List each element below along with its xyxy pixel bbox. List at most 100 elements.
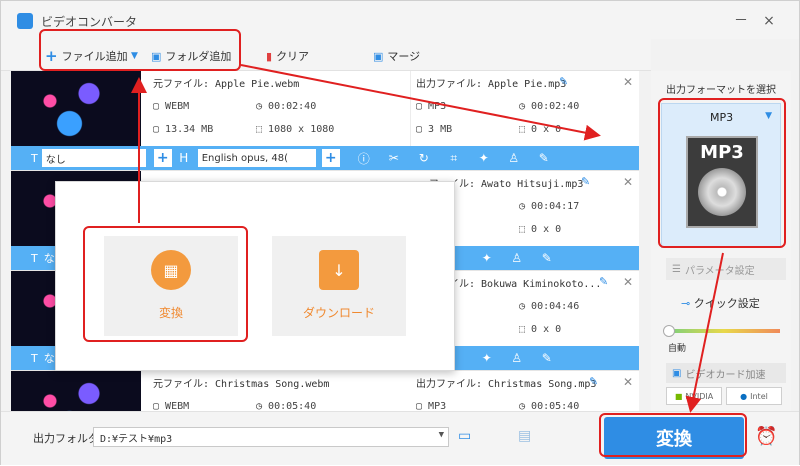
- close-button[interactable]: ×: [761, 13, 777, 29]
- add-audio-button[interactable]: +: [321, 149, 340, 167]
- hd-icon[interactable]: H: [176, 150, 192, 166]
- clear-button[interactable]: ▮ クリア: [266, 47, 309, 65]
- subtitle-icon: T: [31, 351, 38, 365]
- out-format: ▢ MP3: [416, 101, 447, 112]
- folder-icon[interactable]: ▭: [458, 428, 471, 444]
- remove-item-icon[interactable]: ✕: [623, 275, 633, 289]
- src-size: ▢ 13.34 MB: [153, 124, 214, 135]
- window-title: ビデオコンバータ: [41, 15, 138, 29]
- alarm-clock-icon[interactable]: ⏰: [755, 426, 777, 447]
- src-format-value: WEBM: [165, 401, 190, 411]
- src-size-value: 13.34 MB: [165, 124, 214, 135]
- watermark-icon[interactable]: ♙: [509, 350, 525, 366]
- out-resolution-value: 0 x 0: [531, 124, 562, 135]
- remove-item-icon[interactable]: ✕: [623, 75, 633, 89]
- audio-track-value: English opus, 48(: [201, 152, 289, 164]
- gpu-chips: ■ NVIDIA ● Intel: [666, 387, 782, 405]
- rotate-icon[interactable]: ↻: [416, 150, 432, 166]
- app-window: ビデオコンバータ － × + ファイル追加 ▼ ▣ フォルダ追加 ▮ クリア ▣…: [0, 0, 800, 465]
- out-format-value: MP3: [428, 101, 447, 112]
- format-panel-title: 出力フォーマットを選択: [666, 85, 776, 96]
- out-resolution: ⬚ 0 x 0: [519, 224, 562, 235]
- subtitle-edit-icon[interactable]: ✎: [539, 250, 555, 266]
- edit-pencil-icon[interactable]: ✎: [559, 75, 568, 88]
- edit-pencil-icon[interactable]: ✎: [599, 275, 608, 288]
- auto-label: 自動: [668, 344, 687, 354]
- src-duration: ◷ 00:02:40: [256, 101, 317, 112]
- checkbox-icon: ▣: [672, 367, 682, 379]
- out-duration-value: 00:04:17: [531, 201, 580, 212]
- out-duration-value: 00:05:40: [531, 401, 580, 411]
- intel-chip[interactable]: ● Intel: [726, 387, 782, 405]
- item-toolbar: T なし + H English opus, 48( + ⓘ ✂ ↻ ⌗ ✦ ♙…: [11, 146, 639, 170]
- parameter-settings-button[interactable]: ☰ パラメータ設定: [666, 258, 786, 280]
- quality-slider[interactable]: [668, 329, 780, 333]
- out-resolution-value: 0 x 0: [531, 324, 562, 335]
- watermark-icon[interactable]: ♙: [509, 250, 525, 266]
- hw-accel-toggle[interactable]: ▣ ビデオカード加速: [666, 363, 786, 383]
- trash-icon: ▮: [266, 49, 273, 63]
- output-file-name: 出力ファイル: Apple Pie.mp3: [416, 79, 567, 90]
- merge-icon: ▣: [373, 49, 384, 63]
- out-duration-value: 00:02:40: [531, 101, 580, 112]
- nvidia-logo-icon: ■: [674, 391, 683, 401]
- edit-pencil-icon[interactable]: ✎: [589, 375, 598, 388]
- subtitle-value: な: [43, 252, 55, 265]
- nvidia-label: NVIDIA: [685, 391, 714, 401]
- app-logo-icon: [17, 13, 33, 29]
- hw-accel-label: ビデオカード加速: [685, 369, 766, 381]
- source-file-name: 元ファイル: Christmas Song.webm: [153, 379, 330, 390]
- nvidia-chip[interactable]: ■ NVIDIA: [666, 387, 722, 405]
- subtitle-icon: T: [31, 151, 38, 165]
- minimize-button[interactable]: －: [733, 13, 749, 29]
- merge-label: マージ: [387, 50, 421, 63]
- video-thumbnail[interactable]: [11, 371, 141, 411]
- effect-wand-icon[interactable]: ✦: [479, 250, 495, 266]
- download-mode-card[interactable]: ↓ ダウンロード: [272, 236, 406, 336]
- subtitle-edit-icon[interactable]: ✎: [539, 350, 555, 366]
- edit-pencil-icon[interactable]: ✎: [581, 175, 590, 188]
- subtitle-value: な: [43, 352, 55, 365]
- out-duration: ◷ 00:04:17: [519, 201, 580, 212]
- sliders-icon: ☰: [672, 263, 681, 275]
- audio-track-select[interactable]: English opus, 48(: [197, 149, 316, 167]
- annotation-box-convert-button: [599, 413, 747, 457]
- merge-button[interactable]: ▣ マージ: [373, 47, 420, 65]
- video-thumbnail[interactable]: [11, 71, 141, 146]
- intel-label: Intel: [750, 391, 768, 401]
- out-resolution-value: 0 x 0: [531, 224, 562, 235]
- clear-label: クリア: [276, 50, 310, 63]
- quick-settings[interactable]: ⊸ クイック設定: [681, 295, 760, 311]
- info-icon[interactable]: ⓘ: [356, 150, 372, 166]
- out-format: ▢ MP3: [416, 401, 447, 411]
- export-icon[interactable]: ▤: [518, 428, 531, 444]
- annotation-box-format: [658, 98, 786, 248]
- cut-icon[interactable]: ✂: [386, 150, 402, 166]
- parameter-settings-label: パラメータ設定: [684, 265, 755, 277]
- intel-logo-icon: ●: [740, 391, 748, 401]
- out-resolution: ⬚ 0 x 0: [519, 324, 562, 335]
- chevron-down-icon[interactable]: ▼: [439, 430, 444, 440]
- subtitle-value: なし: [45, 154, 66, 166]
- out-size: ▢ 3 MB: [416, 124, 453, 135]
- subtitle-edit-icon[interactable]: ✎: [536, 150, 552, 166]
- slider-knob[interactable]: [663, 325, 675, 337]
- src-format: ▢ WEBM: [153, 101, 190, 112]
- add-subtitle-button[interactable]: +: [153, 149, 172, 167]
- remove-item-icon[interactable]: ✕: [623, 375, 633, 389]
- src-duration-value: 00:05:40: [268, 401, 317, 411]
- watermark-icon[interactable]: ♙: [506, 150, 522, 166]
- effect-wand-icon[interactable]: ✦: [479, 350, 495, 366]
- quick-icon: ⊸: [681, 297, 691, 310]
- crop-icon[interactable]: ⌗: [446, 150, 462, 166]
- out-duration: ◷ 00:04:46: [519, 301, 580, 312]
- divider: [371, 71, 411, 146]
- out-format-value: MP3: [428, 401, 447, 411]
- src-resolution: ⬚ 1080 x 1080: [256, 124, 335, 135]
- download-icon: ↓: [319, 250, 359, 290]
- output-folder-field[interactable]: D:¥テスト¥mp3 ▼: [93, 427, 449, 447]
- out-resolution: ⬚ 0 x 0: [519, 124, 562, 135]
- subtitle-select[interactable]: なし: [41, 149, 146, 167]
- effect-wand-icon[interactable]: ✦: [476, 150, 492, 166]
- remove-item-icon[interactable]: ✕: [623, 175, 633, 189]
